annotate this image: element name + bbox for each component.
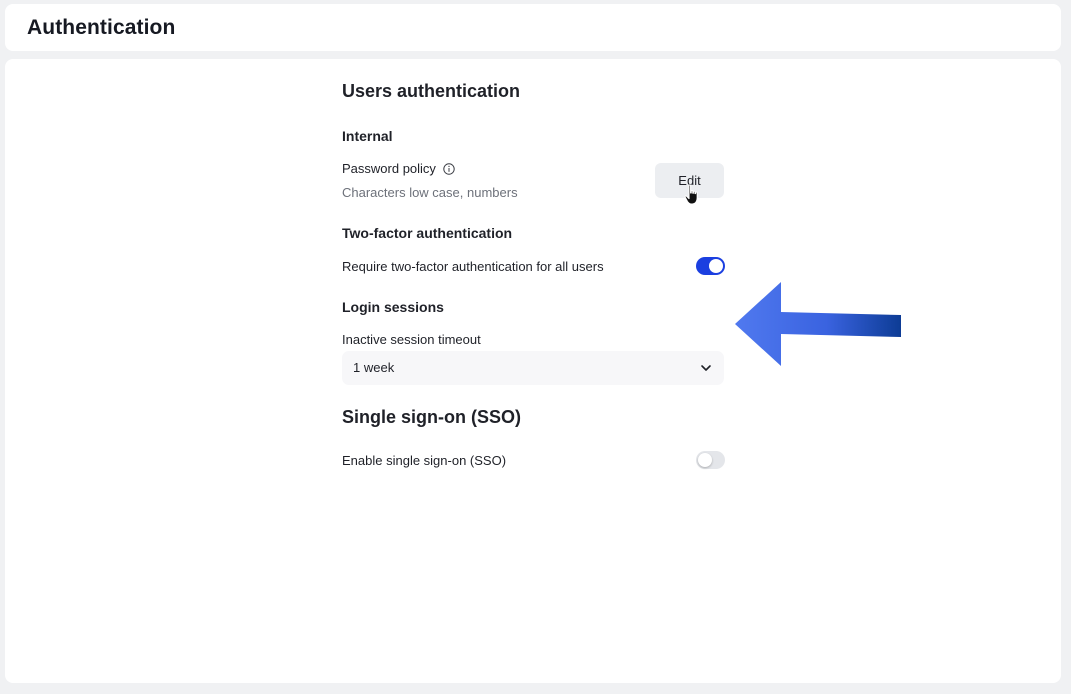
toggle-knob <box>709 259 723 273</box>
login-sessions-heading: Login sessions <box>342 299 444 315</box>
toggle-knob <box>698 453 712 467</box>
page-title: Authentication <box>27 16 176 39</box>
internal-heading: Internal <box>342 128 393 144</box>
chevron-down-icon <box>701 365 711 371</box>
users-authentication-title: Users authentication <box>342 81 521 101</box>
annotation-arrow <box>735 282 901 366</box>
password-policy-description: Characters low case, numbers <box>342 185 518 200</box>
password-policy-row: Password policy <box>342 161 455 176</box>
session-timeout-select[interactable]: 1 week <box>342 351 724 385</box>
two-factor-toggle[interactable] <box>696 257 725 275</box>
require-two-factor-label: Require two-factor authentication for al… <box>342 259 604 274</box>
two-factor-heading: Two-factor authentication <box>342 225 513 241</box>
sso-toggle[interactable] <box>696 451 725 469</box>
pointer-cursor-icon <box>684 184 698 205</box>
session-timeout-label: Inactive session timeout <box>342 332 481 347</box>
session-timeout-value: 1 week <box>353 360 395 375</box>
info-icon[interactable] <box>442 163 455 175</box>
page-header: Authentication <box>5 4 1061 51</box>
password-policy-label: Password policy <box>342 161 436 176</box>
settings-card: Users authentication Internal Password p… <box>5 59 1061 683</box>
sso-title: Single sign-on (SSO) <box>342 407 521 427</box>
enable-sso-label: Enable single sign-on (SSO) <box>342 453 507 468</box>
